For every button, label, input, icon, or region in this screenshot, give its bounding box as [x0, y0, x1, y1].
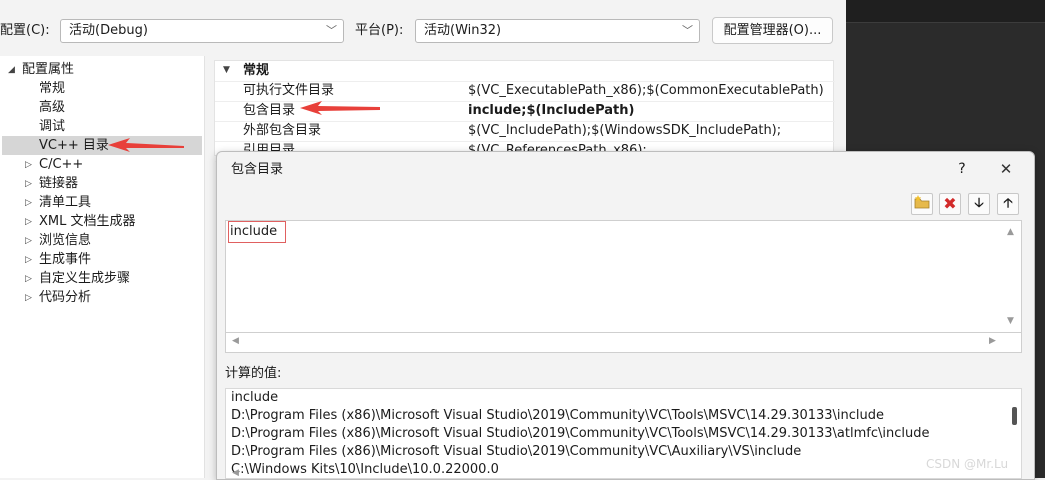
config-manager-button[interactable]: 配置管理器(O)... [712, 17, 833, 44]
background-window-divider [846, 22, 1045, 23]
grid-row-name: 包含目录 [243, 103, 296, 118]
computed-value-line: D:\Program Files (x86)\Microsoft Visual … [231, 444, 802, 459]
tree-item-xml-doc-generator[interactable]: XML 文档生成器 [39, 212, 136, 231]
config-label: 配置(C): [0, 23, 50, 38]
collapsed-arrow-icon[interactable]: ▷ [25, 255, 32, 265]
chevron-down-icon: ﹀ [682, 24, 693, 37]
tree-root-config-properties[interactable]: 配置属性 [22, 60, 74, 79]
tree-item-custom-build-step[interactable]: 自定义生成步骤 [39, 269, 130, 288]
help-button[interactable]: ? [952, 158, 972, 180]
grid-row-value: $(VC_ExecutablePath_x86);$(CommonExecuta… [468, 83, 824, 98]
collapsed-arrow-icon[interactable]: ▷ [25, 236, 32, 246]
grid-category-label: 常规 [243, 63, 270, 78]
new-folder-icon [914, 195, 930, 209]
include-dirs-dialog: 包含目录 ? ✕ ✖ 🡣 🡡 include ▲ ▼ ◀ ▶ ◀ ▶ 计算的值:… [216, 151, 1035, 480]
editor-horizontal-scrollbar[interactable]: ◀ ▶ [225, 333, 1022, 353]
platform-select[interactable]: 活动(Win32) ﹀ [415, 19, 700, 43]
grid-row-value: $(VC_IncludePath);$(WindowsSDK_IncludePa… [468, 123, 782, 138]
tree-item-general[interactable]: 常规 [39, 79, 65, 98]
tree-item-code-analysis[interactable]: 代码分析 [39, 288, 91, 307]
move-up-icon: 🡡 [1003, 196, 1013, 211]
expanded-arrow-icon[interactable]: ◢ [8, 65, 15, 75]
new-line-button[interactable] [911, 193, 933, 215]
tree-item-cpp[interactable]: C/C++ [39, 155, 83, 174]
expanded-arrow-icon[interactable]: ▼ [223, 65, 230, 75]
platform-select-value: 活动(Win32) [424, 23, 502, 38]
move-up-button[interactable]: 🡡 [997, 193, 1019, 215]
move-down-icon: 🡣 [974, 196, 984, 211]
tree-item-build-events[interactable]: 生成事件 [39, 250, 91, 269]
grid-row-executable-dirs[interactable]: 可执行文件目录 $(VC_ExecutablePath_x86);$(Commo… [215, 81, 835, 102]
collapsed-arrow-icon[interactable]: ▷ [25, 179, 32, 189]
tree-item-browse-info[interactable]: 浏览信息 [39, 231, 91, 250]
include-dirs-editor[interactable]: include ▲ ▼ ◀ ▶ [225, 220, 1022, 345]
scroll-right-icon[interactable]: ▶ [989, 336, 996, 346]
tree-item-vc-directories[interactable]: VC++ 目录 [39, 136, 109, 155]
computed-value-line: D:\Program Files (x86)\Microsoft Visual … [231, 426, 930, 441]
computed-value-line: D:\Program Files (x86)\Microsoft Visual … [231, 408, 885, 423]
collapsed-arrow-icon[interactable]: ▷ [25, 274, 32, 284]
computed-values-label: 计算的值: [225, 366, 282, 381]
grid-row-external-include-dirs[interactable]: 外部包含目录 $(VC_IncludePath);$(WindowsSDK_In… [215, 121, 835, 142]
scroll-left-icon[interactable]: ◀ [232, 336, 239, 346]
computed-value-line: C:\Windows Kits\10\Include\10.0.22000.0 [231, 462, 499, 477]
collapsed-arrow-icon[interactable]: ▷ [25, 198, 32, 208]
scroll-down-icon[interactable]: ▼ [1007, 316, 1014, 326]
annotation-arrow [108, 138, 184, 152]
delete-button[interactable]: ✖ [939, 193, 961, 215]
tree-item-advanced[interactable]: 高级 [39, 98, 65, 117]
watermark: CSDN @Mr.Lu [926, 457, 1009, 471]
computed-values-list[interactable]: include D:\Program Files (x86)\Microsoft… [225, 388, 1022, 479]
property-tree [0, 56, 205, 478]
scroll-left-icon[interactable]: ◀ [232, 468, 239, 478]
delete-icon: ✖ [943, 194, 957, 213]
scroll-up-icon[interactable]: ▲ [1007, 227, 1014, 237]
computed-value-line: include [231, 390, 279, 405]
edit-line[interactable]: include [230, 222, 277, 242]
chevron-down-icon: ﹀ [326, 24, 337, 37]
annotation-arrow [300, 101, 380, 115]
grid-row-name: 可执行文件目录 [243, 83, 335, 98]
tree-item-debugging[interactable]: 调试 [39, 117, 65, 136]
collapsed-arrow-icon[interactable]: ▷ [25, 160, 32, 170]
grid-row-value: include;$(IncludePath) [468, 103, 635, 118]
computed-scrollbar-thumb[interactable] [1012, 407, 1017, 425]
grid-category-row[interactable]: ▼ 常规 [215, 61, 835, 82]
tree-item-linker[interactable]: 链接器 [39, 174, 78, 193]
background-window-titlebar [846, 0, 1045, 22]
dialog-title: 包含目录 [231, 162, 284, 177]
collapsed-arrow-icon[interactable]: ▷ [25, 293, 32, 303]
grid-row-name: 外部包含目录 [243, 123, 322, 138]
config-select-value: 活动(Debug) [69, 23, 148, 38]
move-down-button[interactable]: 🡣 [968, 193, 990, 215]
config-select[interactable]: 活动(Debug) ﹀ [60, 19, 344, 43]
collapsed-arrow-icon[interactable]: ▷ [25, 217, 32, 227]
close-button[interactable]: ✕ [995, 158, 1017, 180]
tree-item-manifest-tool[interactable]: 清单工具 [39, 193, 91, 212]
platform-label: 平台(P): [355, 23, 404, 38]
